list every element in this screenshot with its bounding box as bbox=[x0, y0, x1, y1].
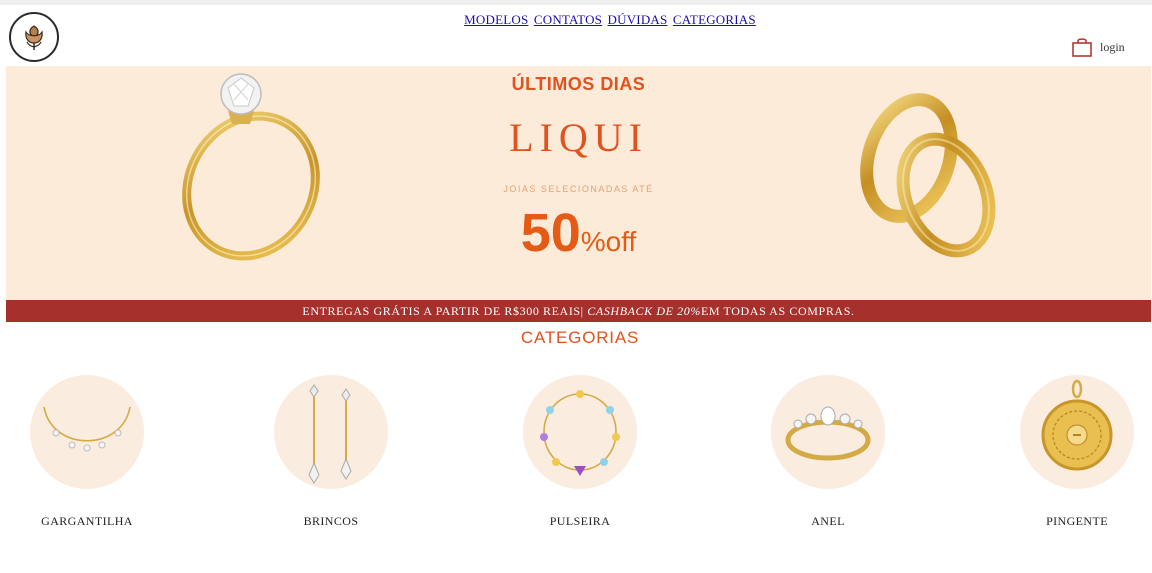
nav-link-categorias[interactable]: CATEGORIAS bbox=[673, 12, 756, 27]
shipping-text: ENTREGAS GRÁTIS A PARTIR DE R$300 REAIS| bbox=[302, 304, 588, 318]
discount-number: 50 bbox=[520, 203, 581, 263]
pendant-icon bbox=[1041, 379, 1113, 471]
category-image-frame bbox=[1020, 375, 1134, 489]
category-label[interactable]: PINGENTE bbox=[992, 514, 1152, 529]
categories-title: CATEGORIAS bbox=[520, 328, 640, 347]
category-anel[interactable]: ANEL bbox=[743, 375, 913, 528]
category-pingente[interactable]: PINGENTE bbox=[992, 375, 1152, 528]
nav-link-modelos[interactable]: MODELOS bbox=[464, 12, 528, 27]
discount-suffix: %off bbox=[580, 226, 637, 257]
necklace-icon bbox=[43, 406, 131, 452]
category-label[interactable]: ANEL bbox=[743, 514, 913, 529]
ring-icon bbox=[785, 406, 871, 461]
category-image-frame bbox=[274, 375, 388, 489]
wedding-rings-image bbox=[860, 93, 996, 258]
promo-banner[interactable]: ÚLTIMOS DIAS LIQUI JOIAS SELECIONADAS AT… bbox=[6, 66, 1151, 300]
category-image-frame bbox=[771, 375, 885, 489]
category-label[interactable]: GARGANTILHA bbox=[2, 514, 172, 529]
shopping-bag-icon[interactable] bbox=[1071, 36, 1093, 58]
category-image-frame bbox=[30, 375, 144, 489]
cashback-text: CASHBACK DE 20% bbox=[587, 304, 701, 318]
category-label[interactable]: PULSEIRA bbox=[495, 514, 665, 529]
category-pulseira[interactable]: PULSEIRA bbox=[495, 375, 665, 528]
shipping-text-end: EM TODAS AS COMPRAS. bbox=[700, 304, 855, 318]
category-label[interactable]: BRINCOS bbox=[246, 514, 416, 529]
top-strip bbox=[0, 0, 1152, 5]
bracelet-icon bbox=[540, 390, 620, 476]
category-image-frame bbox=[523, 375, 637, 489]
login-link[interactable]: login bbox=[1100, 40, 1125, 55]
shipping-info-bar: ENTREGAS GRÁTIS A PARTIR DE R$300 REAIS|… bbox=[6, 300, 1151, 322]
category-gargantilha[interactable]: GARGANTILHA bbox=[2, 375, 172, 528]
nav-link-duvidas[interactable]: DÚVIDAS bbox=[608, 12, 668, 27]
nav-link-contatos[interactable]: CONTATOS bbox=[534, 12, 602, 27]
earrings-icon bbox=[308, 384, 352, 484]
main-nav: MODELOS CONTATOS DÚVIDAS CATEGORIAS bbox=[0, 12, 1152, 28]
category-brincos[interactable]: BRINCOS bbox=[246, 375, 416, 528]
